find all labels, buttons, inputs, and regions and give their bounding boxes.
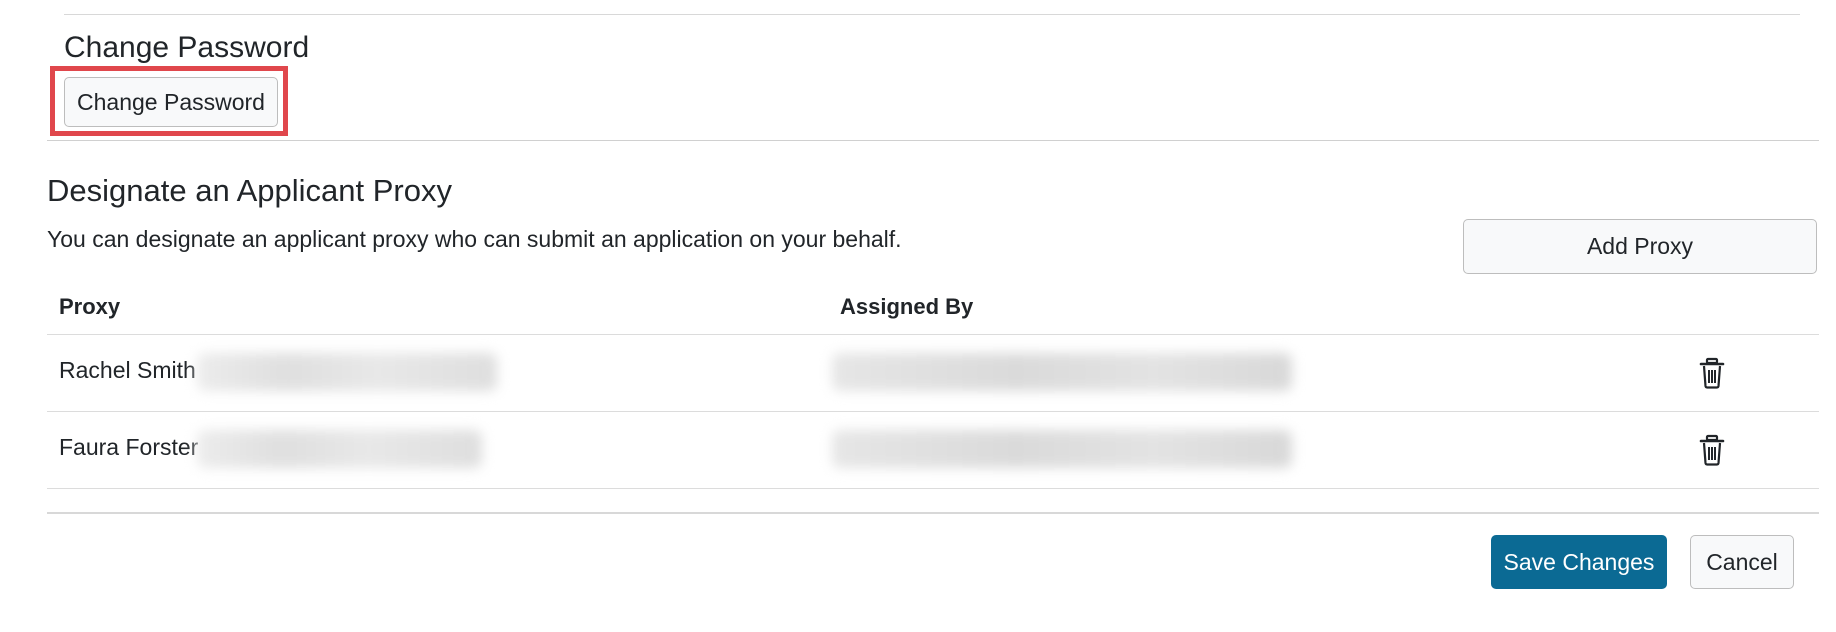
column-header-assigned-by: Assigned By — [840, 294, 974, 319]
cancel-button[interactable]: Cancel — [1690, 535, 1794, 589]
save-changes-button[interactable]: Save Changes — [1491, 535, 1667, 589]
proxy-section-heading: Designate an Applicant Proxy — [47, 173, 452, 208]
redacted-proxy-email — [197, 353, 497, 391]
add-proxy-button[interactable]: Add Proxy — [1463, 219, 1817, 274]
proxy-table-header: Proxy Assigned By — [47, 284, 1819, 335]
proxy-table: Proxy Assigned By Rachel Smith Faura For… — [47, 284, 1819, 489]
trash-icon[interactable] — [1697, 434, 1727, 466]
table-row: Rachel Smith — [47, 335, 1819, 412]
change-password-button[interactable]: Change Password — [64, 77, 278, 127]
divider-bottom — [47, 512, 1819, 514]
change-password-heading: Change Password — [64, 31, 310, 64]
account-settings-page: Change Password Change Password Designat… — [0, 0, 1836, 632]
proxy-name: Faura Forster — [59, 434, 199, 460]
trash-icon[interactable] — [1697, 357, 1727, 389]
redacted-assigned-by — [832, 430, 1292, 468]
divider-middle — [47, 140, 1819, 141]
divider-top — [64, 14, 1800, 15]
column-header-proxy: Proxy — [59, 294, 121, 319]
proxy-name: Rachel Smith — [59, 357, 196, 383]
redacted-proxy-email — [197, 430, 482, 468]
table-row: Faura Forster — [47, 412, 1819, 489]
redacted-assigned-by — [832, 353, 1292, 391]
proxy-description: You can designate an applicant proxy who… — [47, 226, 902, 252]
